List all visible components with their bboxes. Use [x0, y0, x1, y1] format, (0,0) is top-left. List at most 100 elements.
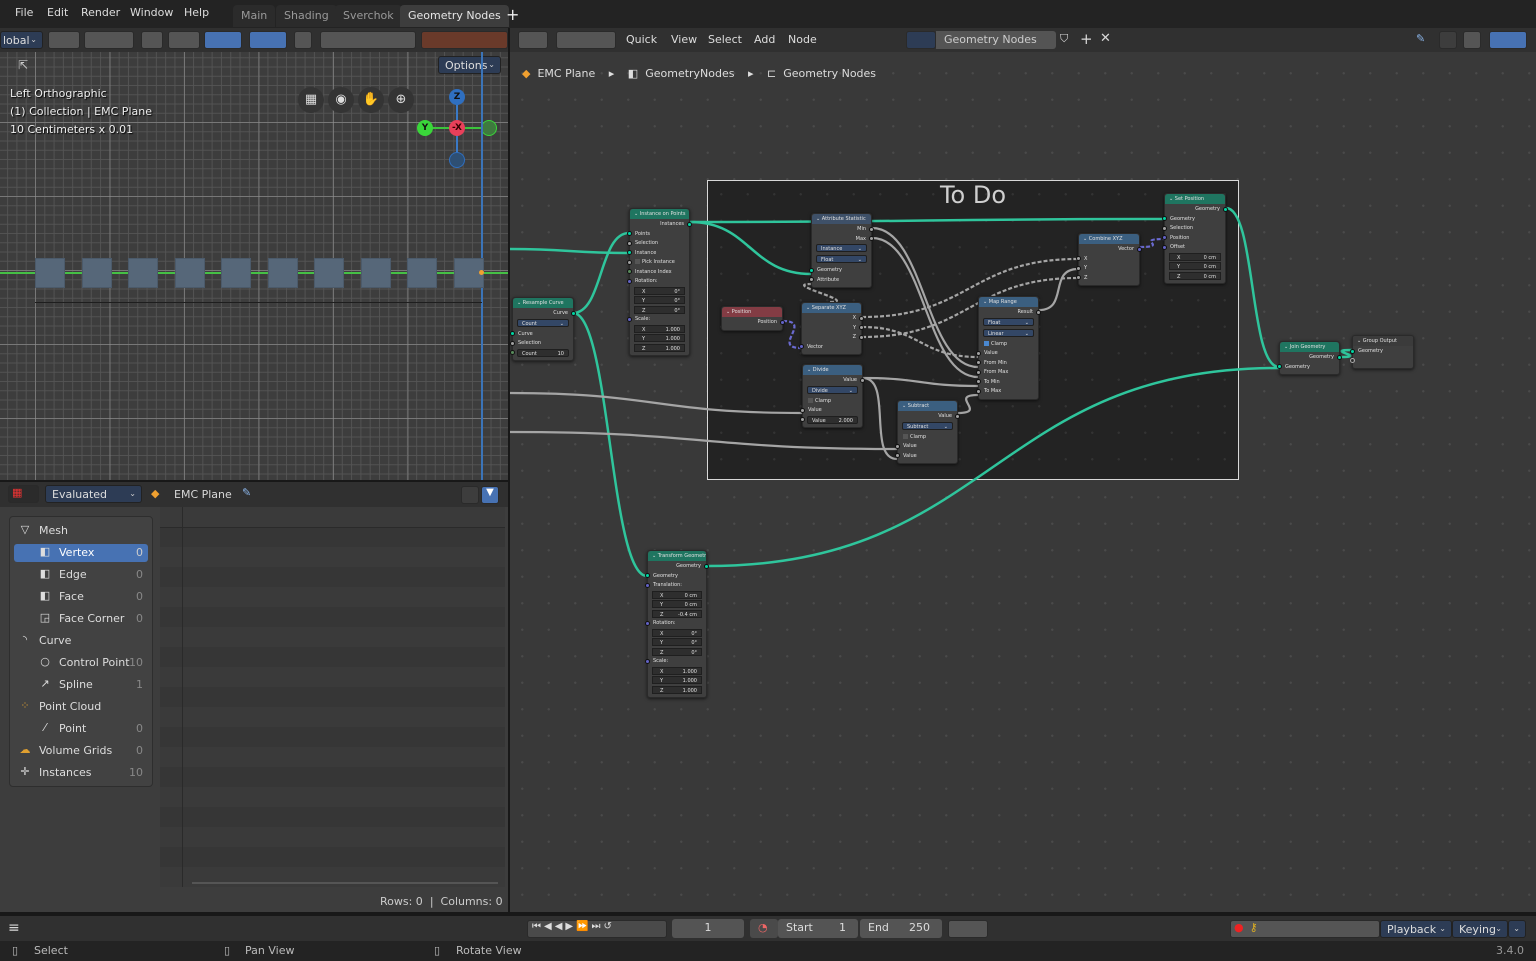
node-iop[interactable]: ⌄ Instance on Points Instances Points Selec… — [627, 208, 692, 356]
timeline-options-dropdown[interactable]: ⌄ — [1508, 920, 1526, 938]
options-dropdown[interactable]: Options ⌄ — [438, 56, 501, 74]
node-value-field[interactable]: Value 2.000 — [800, 415, 862, 425]
node-position[interactable]: ⌄ Position Position — [721, 306, 785, 331]
value-field[interactable]: X 0 cm — [652, 590, 702, 599]
socket-dot[interactable] — [1350, 348, 1355, 354]
socket-dot[interactable] — [1137, 246, 1142, 252]
node-menu-view[interactable]: View — [671, 33, 697, 46]
link-set-position-to-join[interactable] — [1225, 206, 1280, 369]
camera-icon[interactable]: ◉ — [328, 87, 354, 113]
socket-dot[interactable] — [645, 573, 650, 578]
node-value-field[interactable]: Z 1.000 — [648, 685, 706, 695]
value-field[interactable]: Y 1.000 — [634, 334, 685, 342]
preview-range-icon[interactable]: ◔ — [750, 919, 778, 938]
socket-dot[interactable] — [800, 407, 805, 413]
current-frame-field[interactable]: 1 — [672, 919, 744, 938]
socket-dot[interactable] — [1076, 256, 1081, 261]
node-header[interactable]: ⌄ Join Geometry — [1280, 342, 1339, 352]
node-dropdown[interactable]: Instance ⌄ — [812, 243, 871, 254]
socket-dot[interactable] — [1162, 225, 1167, 231]
node-menu-select[interactable]: Select — [708, 33, 742, 46]
socket-dot[interactable] — [627, 259, 632, 265]
dropdown-field[interactable]: Linear ⌄ — [983, 328, 1034, 337]
list-item-point[interactable]: ⁄ Point 0 — [14, 720, 148, 738]
socket-dot[interactable] — [976, 388, 981, 394]
node-value-field[interactable]: Z 0° — [648, 647, 706, 657]
node-value-field[interactable]: Y 1.000 — [648, 675, 706, 685]
node-header[interactable]: ⌄ Combine XYZ — [1079, 234, 1139, 244]
node-divide[interactable]: ⌄ Divide Value Divide ⌄ Clamp Value Value 2.000 — [800, 364, 865, 428]
list-item-face[interactable]: ◧ Face 0 — [14, 588, 148, 606]
gizmo-toggle-button[interactable] — [204, 31, 242, 49]
keying-dropdown[interactable]: Keying ⌄ — [1452, 920, 1508, 938]
dropdown-field[interactable]: Float ⌄ — [983, 317, 1034, 326]
value-field[interactable]: Y 1.000 — [652, 676, 702, 684]
value-field[interactable]: X 0 cm — [1169, 252, 1221, 261]
value-field[interactable]: Z 0° — [634, 305, 685, 314]
link-min-to-from-min[interactable] — [871, 226, 979, 369]
snap-button[interactable] — [84, 31, 134, 49]
node-value-field[interactable]: X 0° — [648, 628, 706, 638]
dropdown-field[interactable]: Count ⌄ — [517, 318, 569, 327]
end-frame-field[interactable]: End 250 — [860, 919, 942, 938]
unlink-icon[interactable]: ✕ — [1100, 31, 1111, 46]
list-item-point-cloud[interactable]: ⁘ Point Cloud — [14, 698, 148, 716]
proportional-edit-button[interactable] — [141, 31, 163, 49]
zoom-icon[interactable]: ⊕ — [388, 87, 414, 113]
playback-controls[interactable]: ⏮◀◀▶⏩⏭↺ — [527, 920, 667, 938]
value-field[interactable]: Count 10 — [517, 348, 569, 357]
add-workspace-button[interactable]: + — [506, 5, 519, 24]
value-field[interactable]: Y 0 cm — [652, 600, 702, 608]
checkbox[interactable] — [903, 433, 908, 439]
value-field[interactable]: X 1.000 — [634, 324, 685, 333]
node-header[interactable]: ⌄ Group Output — [1353, 336, 1413, 346]
link-instances-to-set-position[interactable] — [689, 217, 1165, 224]
list-item-instances[interactable]: ✛ Instances 10 — [14, 764, 148, 782]
keyframe-buttons[interactable] — [948, 920, 988, 938]
node-value-field[interactable]: X 1.000 — [630, 324, 689, 334]
node-value-field[interactable]: Y 0° — [630, 295, 689, 305]
socket-dot[interactable] — [571, 310, 576, 316]
parent-node-tree-button[interactable] — [1439, 31, 1457, 49]
node-menu-quick[interactable]: Quick — [626, 33, 657, 46]
socket-dot[interactable] — [510, 340, 515, 346]
node-header[interactable]: ⌄ Subtract — [898, 401, 957, 411]
gizmo-y-axis[interactable]: Y — [417, 120, 433, 136]
node-dropdown[interactable]: Subtract ⌄ — [898, 421, 957, 432]
node-value-field[interactable]: X 0 cm — [648, 590, 706, 600]
node-header[interactable]: ⌄ Set Position — [1165, 194, 1225, 204]
node-value-field[interactable]: Z 1.000 — [630, 343, 689, 353]
socket-dot[interactable] — [1036, 309, 1041, 315]
socket-dot[interactable] — [627, 278, 632, 284]
node-subtract[interactable]: ⌄ Subtract Value Subtract ⌄ Clamp Value Value — [895, 400, 960, 464]
node-dropdown[interactable]: Count ⌄ — [513, 318, 573, 329]
tab-shading[interactable]: Shading — [276, 5, 337, 27]
tab-sverchok[interactable]: Sverchok — [335, 5, 402, 27]
socket-dot[interactable] — [687, 221, 692, 227]
socket-dot[interactable] — [704, 563, 709, 569]
value-field[interactable]: Z 1.000 — [652, 685, 702, 694]
node-setpos[interactable]: ⌄ Set Position Geometry Geometry Selection P… — [1162, 193, 1228, 284]
socket-dot[interactable] — [976, 360, 981, 365]
tab-main[interactable]: Main — [233, 5, 276, 27]
dropdown-field[interactable]: Float ⌄ — [816, 255, 867, 263]
horizontal-scrollbar[interactable] — [192, 882, 498, 884]
socket-dot[interactable] — [1162, 244, 1167, 250]
dropdown-field[interactable]: Divide ⌄ — [807, 385, 858, 394]
node-value-field[interactable]: Y 0 cm — [648, 599, 706, 609]
socket-dot[interactable] — [1277, 364, 1282, 369]
playback-dropdown[interactable]: Playback ⌄ — [1380, 920, 1452, 938]
spreadsheet-editor-type-icon[interactable]: ▦ — [8, 485, 39, 503]
list-item-edge[interactable]: ◧ Edge 0 — [14, 566, 148, 584]
node-tree-type-buttons[interactable] — [556, 31, 616, 49]
node-value-field[interactable]: Z 0 cm — [1165, 271, 1225, 281]
xray-button[interactable] — [294, 31, 312, 49]
socket-dot[interactable] — [859, 334, 864, 340]
socket-dot[interactable] — [976, 379, 981, 384]
socket-dot[interactable] — [1076, 265, 1081, 271]
value-field[interactable]: Z 1.000 — [634, 343, 685, 352]
node-checkbox[interactable]: Clamp — [803, 396, 862, 406]
grid-icon[interactable]: ▦ — [298, 87, 324, 113]
link-position-to-separate[interactable] — [782, 319, 802, 350]
link-curve-to-points[interactable] — [572, 231, 630, 315]
